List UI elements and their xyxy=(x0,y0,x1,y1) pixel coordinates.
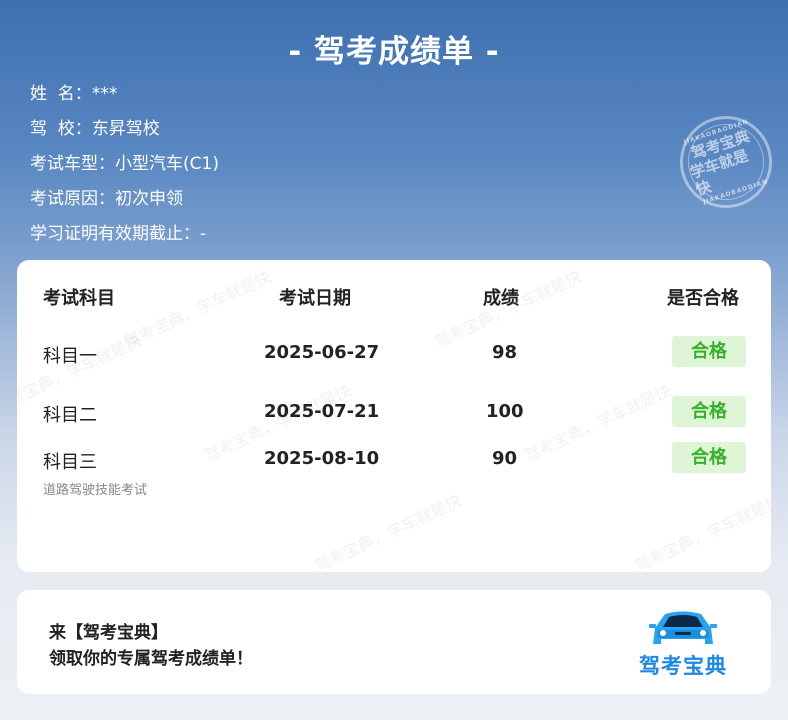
reason-label: 考试原因： xyxy=(30,189,115,209)
promo-line2: 领取你的专属驾考成绩单！ xyxy=(49,649,253,669)
school-value: 东昇驾校 xyxy=(91,119,160,139)
header-subject: 考试科目 xyxy=(43,288,115,309)
row-note: 道路驾驶技能考试 xyxy=(43,483,148,498)
watermark: 驾考宝典，学车就是快 xyxy=(521,380,675,466)
info-reason: 考试原因： 初次申领 xyxy=(30,185,219,220)
app-logo[interactable]: 驾考宝典 xyxy=(635,608,731,680)
pass-badge: 合格 xyxy=(672,336,746,367)
pass-badge: 合格 xyxy=(672,396,746,427)
page-title: - 驾考成绩单 - xyxy=(288,34,500,70)
permit-value: - xyxy=(200,224,207,244)
info-permit: 学习证明有效期截止： - xyxy=(30,220,219,255)
row-score: 100 xyxy=(486,401,524,422)
reason-value: 初次申领 xyxy=(115,189,183,209)
row-subject: 科目一 xyxy=(43,346,97,367)
car-type-label: 考试车型： xyxy=(30,154,115,174)
watermark: 驾考宝典，学车就是快 xyxy=(121,266,275,352)
promo-banner[interactable]: 来【驾考宝典】 领取你的专属驾考成绩单！ 驾考宝典 xyxy=(17,590,771,694)
info-name: 姓 名： *** xyxy=(30,80,219,115)
permit-label: 学习证明有效期截止： xyxy=(30,224,200,244)
info-car-type: 考试车型： 小型汽车(C1) xyxy=(30,150,219,185)
car-icon xyxy=(649,611,717,644)
score-table-card: 驾考宝典，学车就是快 驾考宝典，学车就是快 驾考宝典，学车就是快 驾考宝典，学车… xyxy=(17,260,771,572)
promo-line1: 来【驾考宝典】 xyxy=(49,623,168,643)
row-subject: 科目二 xyxy=(43,405,97,426)
row-subject: 科目三 xyxy=(43,452,97,473)
school-label: 驾 校： xyxy=(30,119,92,139)
seal-stamp-icon: JIAKAOBAODIAN 驾考宝典 学车就是快 JIAKAOBAODIAN xyxy=(678,114,774,210)
row-date: 2025-06-27 xyxy=(264,342,380,363)
row-score: 90 xyxy=(492,448,518,469)
info-school: 驾 校： 东昇驾校 xyxy=(30,115,219,150)
header-date: 考试日期 xyxy=(279,288,351,309)
car-type-value: 小型汽车(C1) xyxy=(115,154,219,174)
name-label: 姓 名： xyxy=(30,84,92,104)
row-score: 98 xyxy=(492,342,518,363)
name-value: *** xyxy=(91,84,118,104)
header-pass: 是否合格 xyxy=(667,288,739,309)
watermark: 驾考宝典，学车就是快 xyxy=(311,490,465,572)
watermark: 驾考宝典，学车就是快 xyxy=(631,490,771,572)
pass-badge: 合格 xyxy=(672,442,746,473)
header-score: 成绩 xyxy=(483,288,519,309)
row-date: 2025-07-21 xyxy=(264,401,380,422)
logo-text: 驾考宝典 xyxy=(639,654,727,678)
row-date: 2025-08-10 xyxy=(264,448,380,469)
student-info: 姓 名： *** 驾 校： 东昇驾校 考试车型： 小型汽车(C1) 考试原因： … xyxy=(30,80,219,255)
